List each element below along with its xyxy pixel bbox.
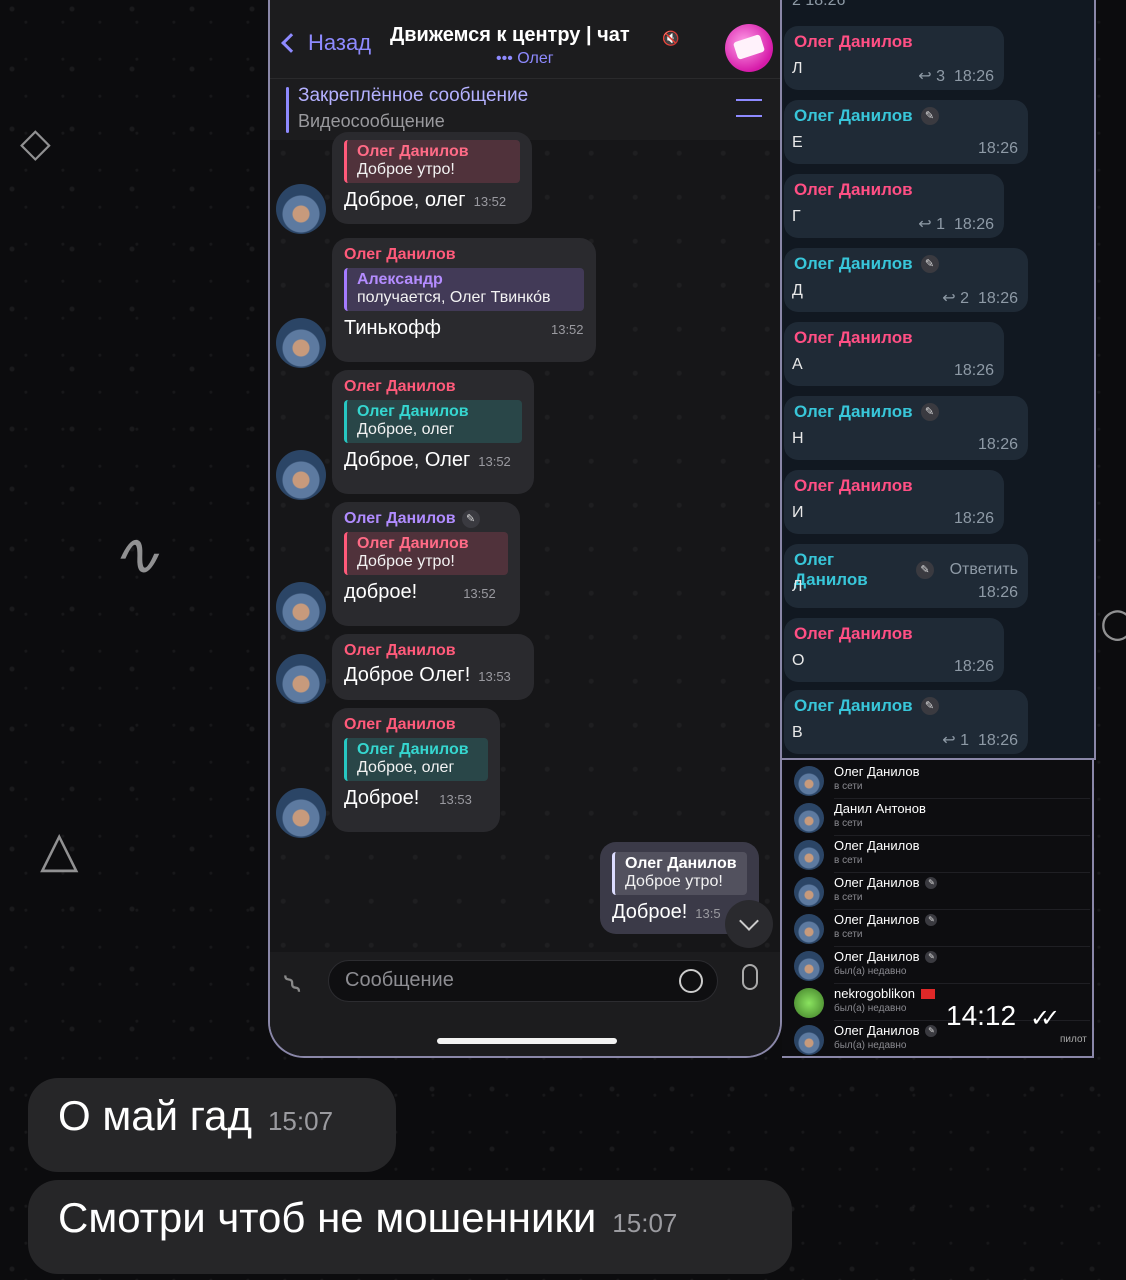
partial-meta: 2 18:26: [792, 0, 846, 9]
list-item[interactable]: Олег Данилов ✎ был(а) недавно: [792, 947, 1092, 984]
message-list[interactable]: Олег Данилов Доброе утро! Доброе, олег 13…: [270, 132, 780, 952]
reply-quote[interactable]: Александр получается, Олег Твинко́в: [344, 268, 584, 311]
avatar: [794, 988, 824, 1018]
double-check-icon: ✓✓: [1030, 1005, 1060, 1032]
message-bubble[interactable]: Олег Данилов Александр получается, Олег …: [332, 238, 596, 362]
avatar: [794, 914, 824, 944]
reply-count-icon: ↩: [918, 216, 937, 233]
chat-title[interactable]: Движемся к центру | чат: [390, 24, 630, 47]
reply-count-icon: ↩: [942, 290, 961, 307]
avatar[interactable]: [276, 318, 326, 368]
message-bubble[interactable]: Олег Данилов ✎ Е 18:26: [784, 100, 1028, 164]
pinned-preview: Видеосообщение: [298, 111, 445, 131]
list-item[interactable]: Олег Данилов ✎ в сети: [792, 910, 1092, 947]
message-bubble[interactable]: Олег Данилов ✎ Д ↩ 2 18:26: [784, 248, 1028, 312]
admin-badge-icon: ✎: [916, 561, 934, 579]
avatar: [794, 840, 824, 870]
message-bubble[interactable]: Олег Данилов Олег Данилов Доброе, олег Д…: [332, 370, 534, 494]
pinned-title: Закреплённое сообщение: [298, 85, 529, 106]
chevron-down-icon: [739, 911, 759, 931]
message-list-secondary: 2 18:26 Олег Данилов Л ↩ 3 18:26 Олег Да…: [782, 0, 1096, 760]
avatar[interactable]: [276, 788, 326, 838]
admin-badge-icon: ✎: [461, 510, 480, 528]
phone-screenshot: Назад Движемся к центру | чат 🔇 ••• Олег…: [268, 0, 782, 1058]
avatar: [794, 766, 824, 796]
reply-action[interactable]: Ответить: [950, 561, 1018, 579]
admin-badge-icon: ✎: [925, 876, 938, 889]
message-bubble[interactable]: Олег Данилов ✎ Н 18:26: [784, 396, 1028, 460]
reply-quote[interactable]: Олег Данилов Доброе, олег: [344, 738, 488, 781]
avatar[interactable]: [276, 654, 326, 704]
incoming-message[interactable]: Смотри чтоб не мошенники 15:07: [28, 1180, 792, 1274]
reply-count-icon: ↩: [918, 68, 937, 85]
admin-badge-icon: ✎: [925, 1024, 938, 1037]
background-doodle: ∿: [110, 520, 161, 590]
back-button[interactable]: Назад: [281, 30, 371, 56]
flag-icon: [920, 988, 935, 999]
message-bubble[interactable]: Олег Данилов ✎ Ответить Л 18:26: [784, 544, 1028, 608]
message-bubble[interactable]: Олег Данилов ✎ Олег Данилов Доброе утро! …: [332, 502, 520, 626]
list-item[interactable]: Олег Данилов в сети: [792, 836, 1092, 873]
message-bubble[interactable]: Олег Данилов ✎ В ↩ 1 18:26: [784, 690, 1028, 754]
message-bubble[interactable]: Олег Данилов Доброе Олег! 13:53: [332, 634, 534, 700]
chat-header: Назад Движемся к центру | чат 🔇 ••• Олег: [270, 0, 780, 78]
reply-quote[interactable]: Олег Данилов Доброе утро!: [344, 140, 520, 183]
microphone-icon[interactable]: [742, 964, 758, 990]
admin-badge-icon: ✎: [920, 255, 939, 273]
message-bubble[interactable]: Олег Данилов И 18:26: [784, 470, 1004, 534]
message-time: 14:12: [946, 1000, 1017, 1031]
chat-avatar[interactable]: [725, 24, 773, 72]
avatar: [794, 951, 824, 981]
list-item[interactable]: Данил Антонов в сети: [792, 799, 1092, 836]
admin-badge-icon: ✎: [925, 950, 938, 963]
home-indicator: [437, 1038, 617, 1044]
mute-icon: 🔇: [662, 30, 680, 46]
pinned-message[interactable]: Закреплённое сообщение Видеосообщение: [270, 78, 780, 140]
reply-quote[interactable]: Олег Данилов Доброе, олег: [344, 400, 522, 443]
background-doodle: △: [40, 820, 79, 878]
incoming-message[interactable]: О май гад 15:07: [28, 1078, 396, 1172]
chevron-left-icon: [281, 33, 301, 53]
list-item[interactable]: Олег Данилов ✎ в сети: [792, 873, 1092, 910]
scroll-down-button[interactable]: [725, 900, 773, 948]
avatar[interactable]: [276, 582, 326, 632]
message-bubble[interactable]: Олег Данилов Олег Данилов Доброе, олег Д…: [332, 708, 500, 832]
timer-icon[interactable]: [679, 969, 703, 993]
avatar: [794, 877, 824, 907]
background-doodle: ◇: [20, 120, 51, 166]
background-doodle: ○: [1100, 600, 1126, 646]
admin-badge-icon: ✎: [920, 403, 939, 421]
avatar[interactable]: [276, 184, 326, 234]
reply-quote[interactable]: Олег Данилов Доброе утро!: [612, 852, 747, 895]
admin-badge-icon: ✎: [920, 107, 939, 125]
avatar[interactable]: [276, 450, 326, 500]
list-item[interactable]: Олег Данилов в сети: [792, 762, 1092, 799]
message-bubble[interactable]: Олег Данилов Доброе утро! Доброе, олег 13…: [332, 132, 532, 224]
reply-count-icon: ↩: [942, 732, 961, 749]
caption-label: пилот: [1060, 1034, 1087, 1045]
attach-icon[interactable]: ⌇: [277, 967, 309, 1001]
avatar: [794, 1025, 824, 1055]
composer: ⌇ Сообщение: [270, 952, 780, 1056]
reply-quote[interactable]: Олег Данилов Доброе утро!: [344, 532, 508, 575]
typing-status: ••• Олег: [496, 50, 554, 67]
admin-badge-icon: ✎: [925, 913, 938, 926]
message-bubble[interactable]: Олег Данилов А 18:26: [784, 322, 1004, 386]
pin-list-icon[interactable]: [736, 99, 762, 117]
message-bubble[interactable]: Олег Данилов Л ↩ 3 18:26: [784, 26, 1004, 90]
admin-badge-icon: ✎: [920, 697, 939, 715]
avatar: [794, 803, 824, 833]
message-bubble[interactable]: Олег Данилов Г ↩ 1 18:26: [784, 174, 1004, 238]
message-input[interactable]: Сообщение: [328, 960, 718, 1002]
message-bubble[interactable]: Олег Данилов О 18:26: [784, 618, 1004, 682]
